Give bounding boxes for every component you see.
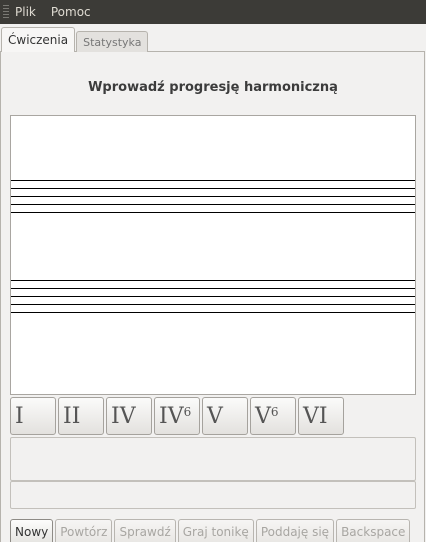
- menu-file[interactable]: Plik: [15, 5, 36, 19]
- chord-button-ii[interactable]: II: [58, 397, 104, 435]
- chord-numeral: IV: [111, 403, 136, 429]
- staff-line: [11, 212, 415, 213]
- staff-line: [11, 312, 415, 313]
- give-up-button[interactable]: Poddaję się: [255, 519, 335, 542]
- staff-line: [11, 304, 415, 305]
- chord-numeral: VI: [303, 403, 328, 429]
- backspace-button[interactable]: Backspace: [336, 519, 411, 542]
- chord-numeral: II: [63, 403, 81, 429]
- chord-inversion: 6: [183, 405, 192, 419]
- chord-inversion: 6: [270, 405, 279, 419]
- chord-numeral: V: [255, 403, 271, 429]
- chord-button-iv6[interactable]: IV 6: [154, 397, 200, 435]
- staff-line: [11, 288, 415, 289]
- chord-button-v6[interactable]: V6: [250, 397, 296, 435]
- staff-line: [11, 188, 415, 189]
- exercise-title: Wprowadź progresję harmoniczną: [88, 80, 338, 95]
- chord-numeral: V: [207, 403, 223, 429]
- tab-exercises[interactable]: Ćwiczenia: [1, 27, 76, 52]
- staff-line: [11, 196, 415, 197]
- notebook-tabs: Ćwiczenia Statystyka: [0, 27, 149, 52]
- chord-button-row: I II IV IV 6 V V6 VI: [10, 397, 346, 435]
- chord-button-i[interactable]: I: [10, 397, 56, 435]
- menubar-grip-icon: [3, 5, 9, 19]
- staff-line: [11, 204, 415, 205]
- check-button[interactable]: Sprawdź: [114, 519, 176, 542]
- status-message-box: [10, 481, 416, 509]
- chord-numeral: I: [15, 403, 24, 429]
- repeat-button[interactable]: Powtórz: [55, 519, 113, 542]
- menu-help[interactable]: Pomoc: [51, 5, 91, 19]
- tab-statistics[interactable]: Statystyka: [76, 31, 149, 52]
- chord-button-vi[interactable]: VI: [298, 397, 344, 435]
- staff-line: [11, 296, 415, 297]
- menubar: Plik Pomoc: [0, 0, 426, 24]
- chord-button-iv[interactable]: IV: [106, 397, 152, 435]
- chord-button-v[interactable]: V: [202, 397, 248, 435]
- chord-numeral: IV: [159, 403, 184, 429]
- answer-display-box: [10, 437, 416, 481]
- new-button[interactable]: Nowy: [10, 519, 54, 542]
- play-tonic-button[interactable]: Graj tonikę: [177, 519, 254, 542]
- action-button-row: Nowy Powtórz Sprawdź Graj tonikę Poddaję…: [10, 519, 412, 542]
- music-staff-display[interactable]: [10, 115, 416, 395]
- staff-line: [11, 280, 415, 281]
- staff-line: [11, 180, 415, 181]
